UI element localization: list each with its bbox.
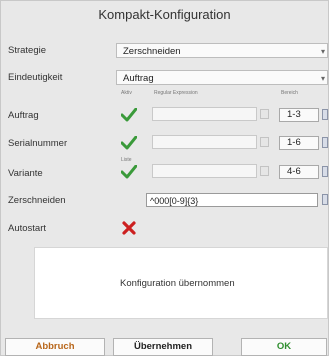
status-message: Konfiguration übernommen xyxy=(120,278,235,289)
eindeutigkeit-label: Eindeutigkeit xyxy=(8,72,63,83)
column-header-regex: Regular Expression xyxy=(154,90,198,96)
auftrag-label: Auftrag xyxy=(8,110,39,121)
column-header-aktiv: Aktiv xyxy=(121,90,132,96)
zerschneiden-label: Zerschneiden xyxy=(8,195,66,206)
auftrag-range-input[interactable]: 1-3 xyxy=(279,108,319,122)
zerschneiden-input[interactable]: ^000[0-9]{3} xyxy=(146,193,318,207)
eindeutigkeit-select[interactable]: Auftrag ▾ xyxy=(116,70,328,85)
variante-regex-button[interactable] xyxy=(260,166,269,176)
strategie-label: Strategie xyxy=(8,45,47,56)
column-header-bereich: Bereich xyxy=(281,90,298,96)
chevron-down-icon: ▾ xyxy=(320,74,325,83)
serialnummer-checkmark-icon[interactable] xyxy=(121,136,137,150)
autostart-label: Autostart xyxy=(8,223,47,234)
dialog-title: Kompakt-Konfiguration xyxy=(98,7,231,22)
eindeutigkeit-value: Auftrag xyxy=(123,73,154,84)
variante-checkmark-icon[interactable] xyxy=(121,165,137,179)
status-panel: Konfiguration übernommen xyxy=(34,247,328,319)
chevron-down-icon: ▾ xyxy=(320,47,325,56)
variante-range-input[interactable]: 4-6 xyxy=(279,165,319,179)
auftrag-checkmark-icon[interactable] xyxy=(121,108,137,122)
variante-range-button[interactable] xyxy=(322,166,328,177)
strategie-select[interactable]: Zerschneiden ▾ xyxy=(116,43,328,58)
configuration-dialog: Kompakt-Konfiguration Strategie Zerschne… xyxy=(0,0,329,356)
serialnummer-regex-input[interactable] xyxy=(152,135,257,149)
zerschneiden-button[interactable] xyxy=(322,194,328,205)
column-header-liste: Liste xyxy=(121,157,132,163)
ok-button[interactable]: OK xyxy=(241,338,327,356)
serialnummer-label: Serialnummer xyxy=(8,138,68,149)
strategie-value: Zerschneiden xyxy=(123,46,181,57)
auftrag-range-button[interactable] xyxy=(322,109,328,120)
variante-regex-input[interactable] xyxy=(152,164,257,178)
variante-label: Variante xyxy=(8,168,43,179)
zerschneiden-value: ^000[0-9]{3} xyxy=(150,196,199,206)
autostart-cross-icon[interactable] xyxy=(121,221,137,235)
auftrag-regex-button[interactable] xyxy=(260,109,269,119)
serialnummer-regex-button[interactable] xyxy=(260,137,269,147)
uebernehmen-button[interactable]: Übernehmen xyxy=(113,338,213,356)
serialnummer-range-button[interactable] xyxy=(322,137,328,148)
abbruch-button[interactable]: Abbruch xyxy=(5,338,105,356)
auftrag-regex-input[interactable] xyxy=(152,107,257,121)
serialnummer-range-input[interactable]: 1-6 xyxy=(279,136,319,150)
